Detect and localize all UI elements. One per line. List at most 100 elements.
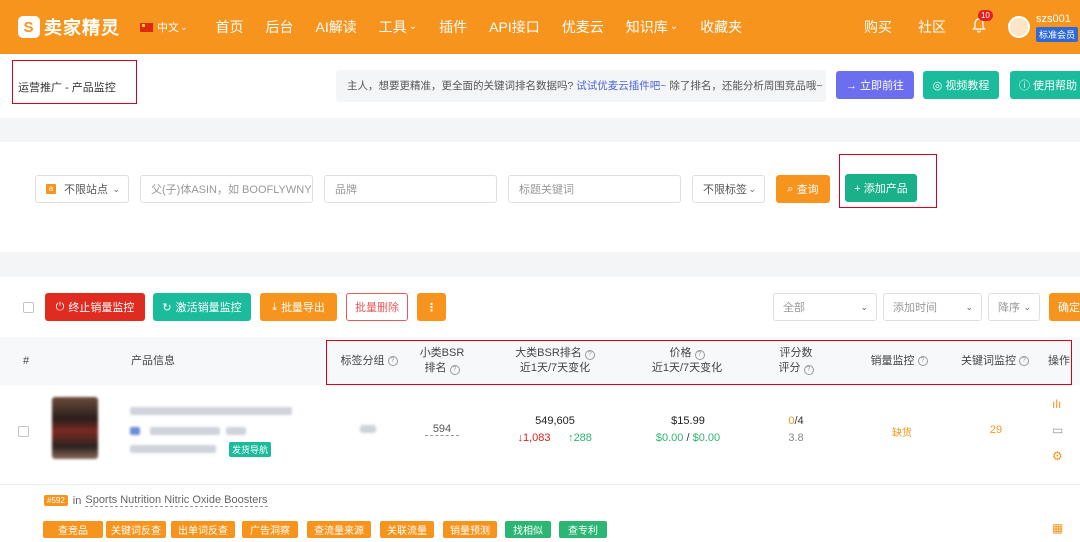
- go-now-button[interactable]: → 立即前往: [836, 71, 914, 99]
- refresh-icon: ↻: [162, 301, 172, 314]
- menu-ai[interactable]: AI解读: [316, 17, 357, 37]
- breadcrumb: 运营推广 - 产品监控: [12, 60, 137, 104]
- chevron-down-icon: ⌄: [1023, 301, 1031, 312]
- main-bsr-1d-change: ↓1,083: [517, 432, 551, 444]
- batch-delete-button[interactable]: 批量删除: [346, 293, 408, 321]
- tool-keyword-reverse[interactable]: 关键词反查: [106, 521, 166, 538]
- add-product-button[interactable]: + 添加产品: [845, 174, 917, 202]
- top-nav: S 卖家精灵 中文 ⌄ 首页 后台 AI解读 工具 插件 API接口 优麦云 知…: [0, 0, 1080, 54]
- columns-highlight: [326, 340, 1072, 385]
- table-row: 发货导航 594 549,605 ↓1,083 ↑288 $15.99 $0.0…: [0, 385, 1080, 485]
- menu-backend[interactable]: 后台: [266, 17, 294, 37]
- notice-tail: 除了排名，还能分析周围竞品哦~: [669, 80, 823, 92]
- main-bsr-7d-change: ↑288: [568, 432, 592, 444]
- select-all-checkbox[interactable]: [23, 302, 34, 313]
- tag-group-value: [360, 425, 376, 433]
- search-icon: ⌕: [787, 182, 794, 195]
- tool-related-traffic[interactable]: 关联流量: [380, 521, 434, 538]
- user-info[interactable]: szs001 标准会员: [1035, 12, 1078, 42]
- community-link[interactable]: 社区: [918, 17, 946, 37]
- notice-link[interactable]: 试试优麦云插件吧~: [576, 80, 666, 92]
- product-brand: [130, 445, 216, 453]
- activate-sales-monitor-button[interactable]: ↻ 激活销量监控: [153, 293, 251, 321]
- tool-patent-check[interactable]: 查专利: [559, 521, 607, 538]
- menu-knowledge[interactable]: 知识库: [626, 17, 678, 37]
- table-icon[interactable]: ▦: [1052, 521, 1063, 535]
- notification-badge: 10: [977, 9, 993, 21]
- nav-right: 购买 社区 10 szs001 标准会员: [864, 0, 1080, 54]
- stop-sales-monitor-button[interactable]: ⏻ 终止销量监控: [45, 293, 145, 321]
- nav-tag-badge[interactable]: 发货导航: [229, 442, 272, 457]
- tool-sales-forecast[interactable]: 销量预测: [443, 521, 497, 538]
- category-link[interactable]: Sports Nutrition Nitric Oxide Boosters: [85, 494, 268, 507]
- keyword-monitor-count[interactable]: 29: [980, 424, 1012, 436]
- chevron-down-icon: ⌄: [112, 183, 120, 194]
- menu-home[interactable]: 首页: [216, 17, 244, 37]
- product-asin[interactable]: [150, 427, 220, 435]
- sub-bsr-value[interactable]: 594: [425, 423, 459, 436]
- menu-favorites[interactable]: 收藏夹: [700, 17, 742, 37]
- col-index: #: [22, 354, 30, 367]
- asin-input[interactable]: 父(子)体ASIN，如 BOOFLYWNYQ: [140, 175, 313, 203]
- tool-ad-insight[interactable]: 广告洞察: [242, 521, 298, 538]
- export-label: 批量导出: [280, 302, 325, 314]
- header-bar: 运营推广 - 产品监控 主人，想要更精准，更全面的关键词排名数据吗? 试试优麦云…: [0, 54, 1080, 118]
- scope-select[interactable]: 全部 ⌄: [773, 293, 877, 321]
- sales-monitor-status[interactable]: 缺货: [880, 424, 924, 439]
- logo-mark-icon: S: [18, 16, 40, 38]
- query-button[interactable]: ⌕ 查询: [776, 175, 830, 203]
- title-keyword-input[interactable]: 标题关键词: [508, 175, 681, 203]
- batch-export-button[interactable]: ⤓ 批量导出: [260, 293, 337, 321]
- us-flag-icon: [130, 427, 140, 435]
- chart-icon[interactable]: ılı: [1052, 397, 1061, 411]
- main-menu: 首页 后台 AI解读 工具 插件 API接口 优麦云 知识库 收藏夹: [194, 17, 743, 37]
- stop-label: 终止销量监控: [68, 302, 135, 314]
- sort-field-value: 添加时间: [893, 302, 937, 314]
- tool-competitor[interactable]: 查竞品: [43, 521, 103, 538]
- logo[interactable]: S 卖家精灵: [18, 14, 120, 40]
- menu-api[interactable]: API接口: [489, 17, 540, 37]
- price-1d-change: $0.00: [655, 432, 684, 444]
- notice-banner: 主人，想要更精准，更全面的关键词排名数据吗? 试试优麦云插件吧~ 除了排名，还能…: [336, 70, 826, 102]
- bell-icon[interactable]: 10: [972, 9, 993, 37]
- menu-youmaiyun[interactable]: 优麦云: [562, 17, 604, 37]
- gear-icon[interactable]: ⚙: [1052, 449, 1063, 463]
- menu-plugins[interactable]: 插件: [439, 17, 467, 37]
- username: szs001: [1035, 12, 1071, 25]
- member-badge: 标准会员: [1035, 26, 1078, 42]
- more-options-button[interactable]: ⋮: [417, 293, 446, 321]
- avatar[interactable]: [1007, 16, 1030, 38]
- video-tutorial-button[interactable]: ◎ 视频教程: [923, 71, 999, 99]
- row-checkbox[interactable]: [18, 426, 29, 437]
- menu-tools[interactable]: 工具: [379, 17, 417, 37]
- note-icon[interactable]: ▭: [1052, 423, 1063, 437]
- help-button[interactable]: ⓘ 使用帮助: [1010, 71, 1080, 99]
- scope-select-value: 全部: [783, 302, 805, 314]
- tool-traffic-source[interactable]: 查流量来源: [307, 521, 371, 538]
- sort-field-select[interactable]: 添加时间 ⌄: [883, 293, 982, 321]
- language-switch[interactable]: 中文 ⌄: [140, 19, 188, 35]
- category-prefix: in: [72, 494, 82, 507]
- sort-order-select[interactable]: 降序 ⌄: [988, 293, 1040, 321]
- buy-link[interactable]: 购买: [864, 17, 892, 37]
- amazon-icon: a: [46, 184, 56, 194]
- product-title[interactable]: [130, 407, 292, 415]
- rating-count-total: /4: [794, 415, 804, 427]
- tool-find-similar[interactable]: 找相似: [505, 521, 551, 538]
- product-image[interactable]: [52, 397, 98, 459]
- site-select[interactable]: a 不限站点 ⌄: [35, 175, 129, 203]
- copy-icon[interactable]: [226, 427, 246, 435]
- language-label: 中文: [157, 22, 179, 34]
- download-icon: ⤓: [272, 300, 277, 313]
- power-icon: ⏻: [55, 300, 65, 313]
- product-table-panel: ⏻ 终止销量监控 ↻ 激活销量监控 ⤓ 批量导出 批量删除 ⋮ 全部 ⌄ 添加时…: [0, 277, 1080, 542]
- brand-input[interactable]: 品牌: [324, 175, 497, 203]
- chevron-down-icon: ⌄: [965, 301, 973, 312]
- tool-order-keyword[interactable]: 出单词反查: [171, 521, 235, 538]
- confirm-button[interactable]: 确定: [1049, 293, 1080, 321]
- main-bsr-value: 549,605: [535, 415, 575, 427]
- col-product: 产品信息: [131, 354, 175, 367]
- tag-select[interactable]: 不限标签 ⌄: [692, 175, 765, 203]
- rating-value: 3.8: [788, 432, 804, 444]
- tag-select-value: 不限标签: [703, 184, 747, 196]
